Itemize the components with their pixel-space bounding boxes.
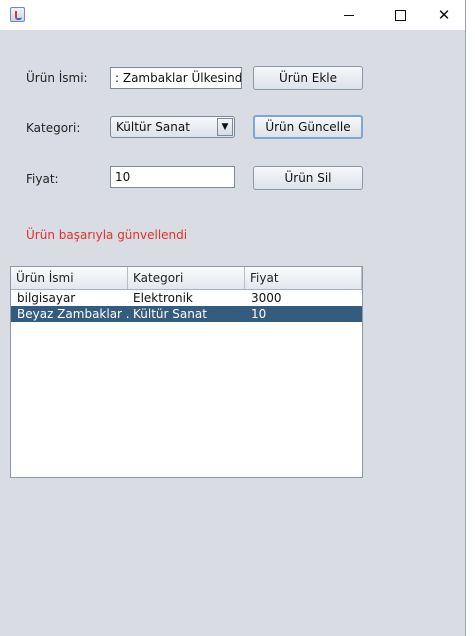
table-header: Ürün İsmi Kategori Fiyat [11,267,362,290]
category-dropdown[interactable]: Kültür Sanat ▼ [110,116,235,138]
column-header-name[interactable]: Ürün İsmi [11,267,128,289]
update-product-button[interactable]: Ürün Güncelle [253,115,363,139]
chevron-down-icon[interactable]: ▼ [217,118,233,136]
minimize-button[interactable] [326,0,372,30]
status-message: Ürün başarıyla günvellendi [26,228,188,242]
product-name-input[interactable]: : Zambaklar Ülkesinde [110,67,242,89]
delete-product-button[interactable]: Ürün Sil [253,166,363,190]
column-header-category[interactable]: Kategori [128,267,245,289]
add-product-button[interactable]: Ürün Ekle [253,66,363,90]
app-window: ✕ Ürün İsmi: : Zambaklar Ülkesinde Ürün … [0,0,466,636]
price-label: Fiyat: [26,172,59,186]
cell-category: Kültür Sanat [133,307,207,321]
title-bar: ✕ [0,0,465,30]
close-icon: ✕ [437,6,451,24]
category-selected-value: Kültür Sanat [116,120,190,134]
cell-name: bilgisayar [17,291,76,305]
price-input[interactable]: 10 [110,166,235,188]
cell-category: Elektronik [133,291,193,305]
java-cup-icon [10,7,25,22]
product-name-label: Ürün İsmi: [26,71,88,85]
maximize-icon [394,9,406,21]
maximize-button[interactable] [377,0,423,30]
cell-price: 10 [251,307,267,321]
cell-price: 3000 [251,291,282,305]
table-row-selected[interactable]: Beyaz Zambaklar ... Kültür Sanat 10 [11,306,362,322]
close-button[interactable]: ✕ [421,0,467,30]
column-header-price[interactable]: Fiyat [245,267,362,289]
cell-name: Beyaz Zambaklar ... [17,307,129,321]
category-label: Kategori: [26,121,81,135]
product-table[interactable]: Ürün İsmi Kategori Fiyat bilgisayar Elek… [10,266,363,478]
minimize-icon [344,14,354,16]
table-row[interactable]: bilgisayar Elektronik 3000 [11,290,362,306]
